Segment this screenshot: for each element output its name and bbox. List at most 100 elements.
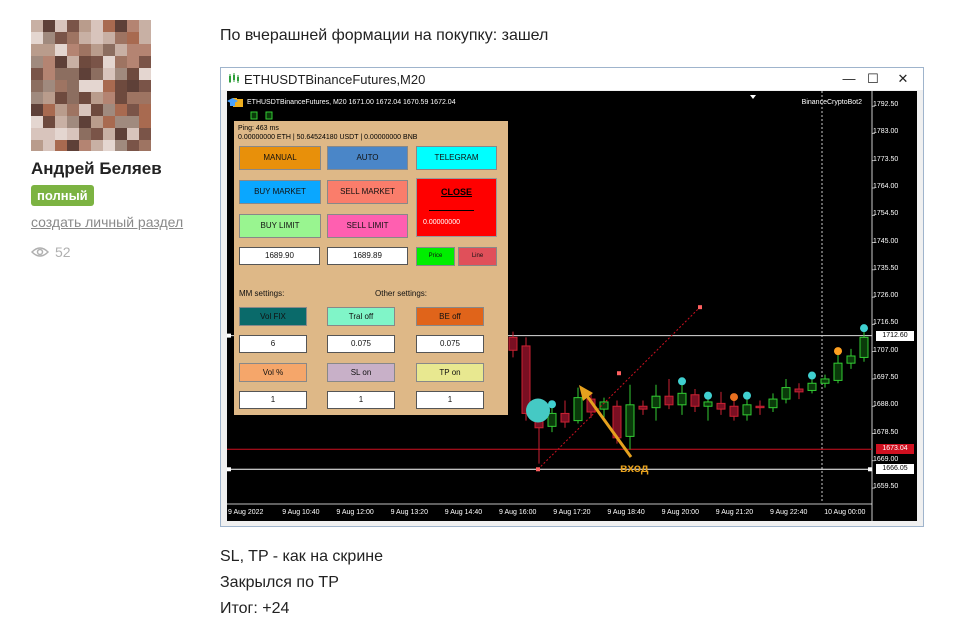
sl-on-button[interactable]: SL on [327,363,395,382]
vol-fix-button[interactable]: Vol FIX [239,307,307,326]
y-tick-label: 1669.00 [873,455,899,463]
x-tick-label: 9 Aug 21:20 [715,509,754,516]
y-tick-label: 1773.50 [873,155,899,163]
author-name[interactable]: Андрей Беляев [31,159,162,179]
window-titlebar[interactable]: ETHUSDTBinanceFutures,M20 — ☐ ✕ [221,68,923,90]
bull-candle [859,336,869,358]
close-button[interactable]: CLOSE 0.00000000 [416,178,497,237]
line-button[interactable]: Line [458,247,497,266]
x-tick-label: 9 Aug 22:40 [770,509,808,516]
current-price-tag: 1712.60 [876,330,914,341]
tral-off-button[interactable]: Tral off [327,307,395,326]
line-handle [868,467,872,472]
post-heading: По вчерашней формации на покупку: зашел [220,27,549,44]
bull-candle [820,378,830,384]
bull-candle [547,412,557,427]
bear-candle [794,388,804,393]
vol-percent-button[interactable]: Vol % [239,363,307,382]
bid-price-tag: 1673.04 [876,444,914,455]
manual-button[interactable]: MANUAL [239,146,321,170]
y-tick-label: 1735.50 [873,264,899,272]
y-tick-label: 1783.00 [873,128,899,136]
x-tick-label: 9 Aug 20:00 [661,509,699,516]
y-tick-label: 1697.50 [873,373,899,381]
entry-annotation: вход [620,461,649,475]
create-section-link[interactable]: создать личный раздел [31,214,183,230]
bull-candle [651,395,661,409]
x-tick-label: 10 Aug 00:00 [824,509,866,516]
trend-line [537,306,701,470]
tp-on-button[interactable]: TP on [416,363,484,382]
view-count-value: 52 [55,244,71,260]
author-avatar[interactable] [31,20,152,151]
price-button[interactable]: Price [416,247,455,266]
trade-marker [834,347,842,356]
bear-candle [716,402,726,410]
bull-candle [265,111,273,120]
buy-price-input[interactable]: 1689.90 [239,247,320,265]
bull-candle [768,398,778,409]
window-title: ETHUSDTBinanceFutures,M20 [244,72,426,87]
buy-limit-button[interactable]: BUY LIMIT [239,214,321,238]
bear-candle [664,395,674,406]
entry-marker [526,398,550,423]
vol-percent-input[interactable]: 1 [239,391,307,409]
vol-fix-input[interactable]: 6 [239,335,307,353]
y-tick-label: 1745.00 [873,237,899,245]
y-tick-label: 1726.00 [873,292,899,300]
trade-marker [704,391,712,400]
bull-candle [807,382,817,391]
terminal-window: ETHUSDTBinanceFutures,M20 — ☐ ✕ ETHUSDTB… [220,67,924,527]
x-tick-label: 9 Aug 14:40 [444,509,483,516]
ping-text: Ping: 463 ms [238,125,279,132]
stop-loss-tag: 1666.05 [876,464,914,475]
bull-candle [833,362,843,381]
trend-handle [617,371,621,376]
bear-candle [690,394,700,407]
auto-button[interactable]: AUTO [327,146,408,170]
sl-input[interactable]: 1 [327,391,395,409]
x-tick-label: 9 Aug 12:00 [336,509,374,516]
y-tick-label: 1764.00 [873,183,899,190]
chart-header: ETHUSDTBinanceFutures, M20 1671.00 1672.… [247,99,456,106]
bot-name: BinanceCryptoBot2 [801,99,862,106]
chart-shift-marker [750,95,756,99]
balance-text: 0.00000000 ETH | 50.64524180 USDT | 0.00… [238,134,418,141]
annotation-arrow [585,395,633,458]
price-chart[interactable]: ETHUSDTBinanceFutures, M20 1671.00 1672.… [227,91,917,521]
trade-marker [678,377,686,386]
graduation-cap-icon [227,98,238,106]
post-line-sl-tp: SL, TP - как на скрине [220,548,383,565]
bear-candle [560,412,570,423]
minimize-button[interactable]: — [839,69,859,89]
close-window-button[interactable]: ✕ [893,69,913,89]
sell-market-button[interactable]: SELL MARKET [327,180,408,204]
status-badge: полный [31,185,94,206]
eye-icon [31,247,49,257]
post-line-result: Итог: +24 [220,600,290,617]
be-off-button[interactable]: BE off [416,307,484,326]
be-input[interactable]: 0.075 [416,335,484,353]
close-value: 0.00000000 [423,219,460,226]
bull-candle [625,404,635,437]
x-tick-label: 9 Aug 16:00 [499,509,537,516]
chart-icon [229,73,239,83]
mm-settings-label: MM settings: [239,289,285,298]
bull-candle [781,387,791,400]
line-handle [227,467,231,472]
buy-market-button[interactable]: BUY MARKET [239,180,321,204]
bull-candle [742,404,752,416]
sell-price-input[interactable]: 1689.89 [327,247,408,265]
trade-marker [860,324,868,333]
y-tick-label: 1659.50 [873,483,899,491]
bull-candle [677,392,687,406]
sell-limit-button[interactable]: SELL LIMIT [327,214,408,238]
x-tick-label: 9 Aug 10:40 [282,509,320,516]
tp-input[interactable]: 1 [416,391,484,409]
y-tick-label: 1716.50 [873,319,899,327]
other-settings-label: Other settings: [375,289,428,298]
maximize-button[interactable]: ☐ [863,69,883,89]
x-tick-label: 9 Aug 18:40 [607,509,645,516]
tral-input[interactable]: 0.075 [327,335,395,353]
telegram-button[interactable]: TELEGRAM [416,146,497,170]
